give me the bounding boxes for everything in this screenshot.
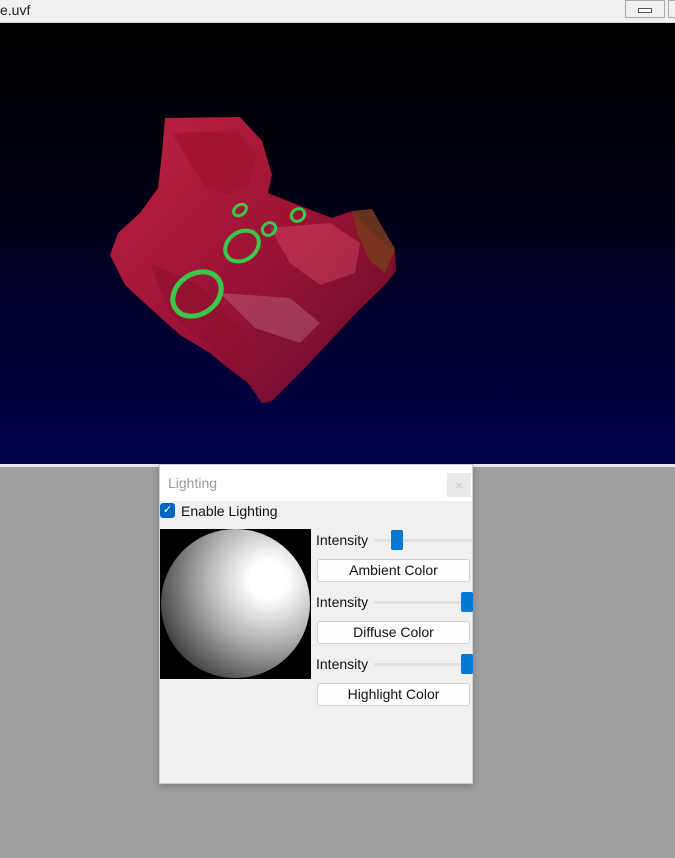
diffuse-intensity-label: Intensity [316, 594, 369, 610]
ambient-color-button[interactable]: Ambient Color [317, 559, 470, 582]
close-button[interactable]: × [447, 473, 471, 497]
volume-rendering [110, 117, 396, 403]
dialog-title: Lighting [168, 475, 218, 491]
window-titlebar: e.uvf [0, 0, 675, 23]
highlight-intensity-handle[interactable] [461, 654, 473, 674]
lighting-preview [160, 529, 311, 679]
ambient-intensity-slider[interactable] [374, 539, 472, 542]
preview-sphere [161, 529, 310, 678]
minimize-button[interactable] [625, 0, 665, 18]
ambient-intensity-label: Intensity [316, 532, 369, 548]
diffuse-color-button[interactable]: Diffuse Color [317, 621, 470, 644]
lighting-dialog: Lighting × ✓ Enable Lighting Intensity A… [159, 464, 473, 784]
highlight-color-button[interactable]: Highlight Color [317, 683, 470, 706]
maximize-button[interactable] [668, 0, 675, 18]
dialog-header: Lighting × [160, 465, 472, 501]
window-title: e.uvf [0, 2, 31, 18]
enable-lighting-checkbox[interactable]: ✓ [160, 503, 175, 518]
enable-lighting-label: Enable Lighting [181, 503, 278, 519]
highlight-intensity-label: Intensity [316, 656, 369, 672]
ambient-intensity-handle[interactable] [390, 530, 403, 550]
highlight-intensity-slider[interactable] [374, 663, 472, 666]
minimize-icon [638, 8, 652, 13]
diffuse-intensity-handle[interactable] [461, 592, 473, 612]
close-icon: × [454, 477, 464, 493]
diffuse-intensity-slider[interactable] [374, 601, 472, 604]
render-viewport[interactable] [0, 23, 675, 464]
